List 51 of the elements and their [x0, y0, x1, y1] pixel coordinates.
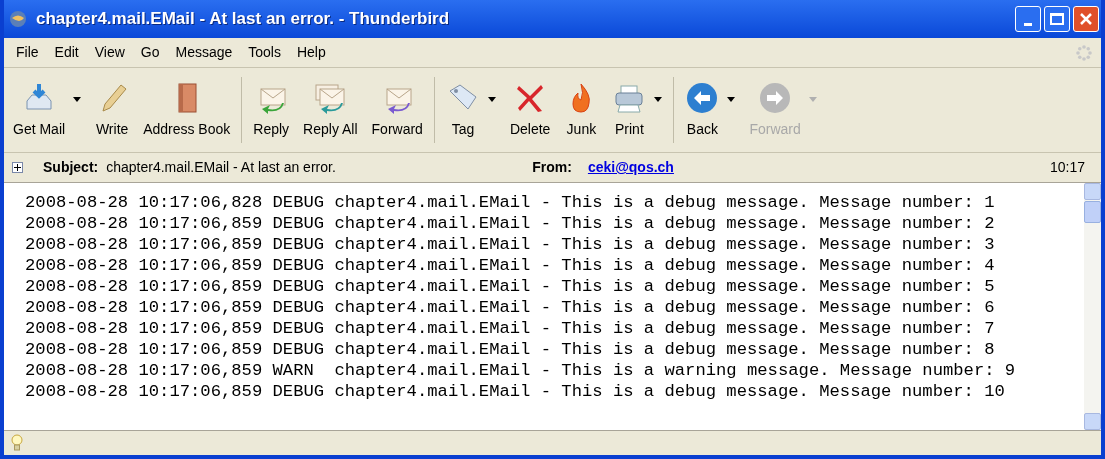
- close-icon: [1079, 12, 1093, 26]
- toolbar-button[interactable]: Delete: [502, 80, 558, 140]
- lightbulb-icon: [10, 434, 24, 452]
- log-line: 2008-08-28 10:17:06,859 DEBUG chapter4.mail.EMail - This is a debug message. Message number: 4: [25, 255, 996, 276]
- window-title: chapter4.mail.EMail - At last an error. - Thunderbird: [36, 8, 450, 31]
- minimize-button[interactable]: [1015, 6, 1041, 32]
- dropdown-caret-icon[interactable]: [653, 97, 664, 103]
- dropdown-caret-icon[interactable]: [486, 97, 497, 103]
- maximize-icon: [1050, 13, 1064, 25]
- subject-label: Subject:: [43, 158, 99, 177]
- log-line: 2008-08-28 10:17:06,859 DEBUG chapter4.mail.EMail - This is a debug message. Message number: 8: [25, 339, 996, 360]
- from-label: From:: [532, 158, 572, 177]
- menu-item[interactable]: File: [8, 42, 47, 63]
- maximize-button[interactable]: [1044, 6, 1070, 32]
- toolbar-button[interactable]: Back: [678, 80, 727, 140]
- close-button[interactable]: [1073, 6, 1099, 32]
- toolbar-button[interactable]: Reply All: [296, 80, 365, 140]
- scroll-thumb[interactable]: [1084, 201, 1101, 223]
- menu-item[interactable]: View: [86, 42, 133, 63]
- menu-item[interactable]: Help: [288, 42, 334, 63]
- toolbar-button[interactable]: Tag: [438, 80, 487, 140]
- toolbar-button[interactable]: Reply: [246, 80, 297, 140]
- toolbar-button[interactable]: Print: [605, 80, 654, 140]
- toolbar-button[interactable]: Junk: [557, 80, 606, 140]
- expand-toggle[interactable]: [12, 162, 23, 173]
- log-line: 2008-08-28 10:17:06,859 DEBUG chapter4.mail.EMail - This is a debug message. Message number: 6: [25, 297, 996, 318]
- log-line: 2008-08-28 10:17:06,859 WARN chapter4.mail.EMail - This is a warning message. Message number: 9: [25, 360, 1017, 381]
- app-logo-icon: [8, 9, 28, 29]
- toolbar-button[interactable]: Forward: [364, 80, 430, 140]
- minimize-icon: [1024, 23, 1032, 26]
- log-line: 2008-08-28 10:17:06,828 DEBUG chapter4.mail.EMail - This is a debug message. Message number: 1: [25, 192, 996, 213]
- throbber-icon: [1075, 43, 1093, 62]
- message-time: 10:17: [1049, 158, 1086, 177]
- toolbar-button[interactable]: Address Book: [136, 80, 238, 140]
- toolbar-button[interactable]: Write: [88, 80, 137, 140]
- log-line: 2008-08-28 10:17:06,859 DEBUG chapter4.mail.EMail - This is a debug message. Message number: 10: [25, 381, 1006, 402]
- log-line: 2008-08-28 10:17:06,859 DEBUG chapter4.mail.EMail - This is a debug message. Message number: 3: [25, 234, 996, 255]
- plus-icon: [14, 164, 21, 171]
- scrollbar[interactable]: [1084, 183, 1101, 430]
- log-line: 2008-08-28 10:17:06,859 DEBUG chapter4.mail.EMail - This is a debug message. Message number: 7: [25, 318, 996, 339]
- sender-link[interactable]: ceki@qos.ch: [587, 157, 674, 178]
- dropdown-caret-icon[interactable]: [726, 97, 737, 103]
- menu-item[interactable]: Go: [132, 42, 168, 63]
- menu-item[interactable]: Tools: [240, 42, 289, 63]
- toolbar-button[interactable]: Get Mail: [6, 80, 73, 140]
- dropdown-caret-icon[interactable]: [72, 97, 83, 103]
- subject-text: chapter4.mail.EMail - At last an error.: [106, 158, 337, 177]
- menu-item[interactable]: Message: [167, 42, 241, 63]
- log-line: 2008-08-28 10:17:06,859 DEBUG chapter4.mail.EMail - This is a debug message. Message number: 2: [25, 213, 996, 234]
- log-line: 2008-08-28 10:17:06,859 DEBUG chapter4.mail.EMail - This is a debug message. Message number: 5: [25, 276, 996, 297]
- menu-item[interactable]: Edit: [46, 42, 87, 63]
